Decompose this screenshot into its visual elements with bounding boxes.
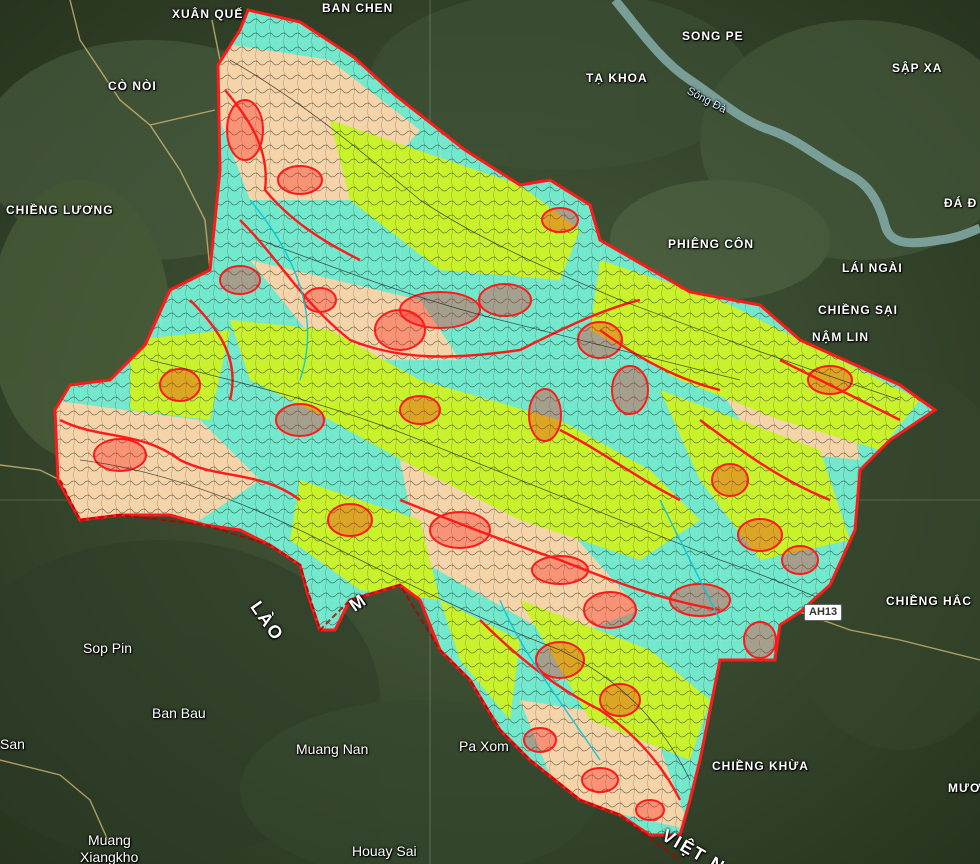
place-label-houay-sai[interactable]: Houay Sai	[352, 844, 417, 858]
place-label-song-pe[interactable]: SONG PE	[682, 30, 744, 42]
place-label-pa-xom[interactable]: Pa Xom	[459, 739, 509, 753]
place-label-chieng-luong[interactable]: CHIỀNG LƯƠNG	[6, 204, 114, 216]
place-label-ta-khoa[interactable]: TẠ KHOA	[586, 72, 648, 84]
place-label-chieng-sai[interactable]: CHIỀNG SẠI	[818, 304, 898, 316]
place-label-muo[interactable]: MƯƠ	[948, 782, 980, 794]
road-shield-ah13[interactable]: AH13	[804, 604, 843, 621]
place-label-sap-xa[interactable]: SẬP XA	[892, 62, 942, 74]
place-label-chieng-hac[interactable]: CHIỀNG HẮC	[886, 595, 972, 607]
place-label-xuan-que[interactable]: XUÂN QUẾ	[172, 8, 243, 20]
place-label-ban-chen[interactable]: BAN CHEN	[322, 2, 393, 14]
place-label-da-dong[interactable]: ĐÁ Đ	[944, 197, 977, 209]
place-label-muang[interactable]: Muang	[88, 833, 131, 847]
place-label-nam-lin[interactable]: NẬM LIN	[812, 331, 869, 343]
place-label-co-noi[interactable]: CÒ NÒI	[108, 80, 157, 92]
place-label-xiangkho[interactable]: Xiangkho	[80, 850, 138, 864]
map-layers	[0, 0, 980, 864]
place-label-lai-ngai[interactable]: LÁI NGÀI	[842, 262, 903, 274]
map-canvas[interactable]: XUÂN QUẾ BAN CHEN SONG PE SẬP XA TẠ KHOA…	[0, 0, 980, 864]
place-label-san[interactable]: San	[0, 737, 25, 751]
place-label-muang-nan[interactable]: Muang Nan	[296, 742, 368, 756]
place-label-ban-bau[interactable]: Ban Bau	[152, 706, 206, 720]
place-label-phieng-con[interactable]: PHIÊNG CÔN	[668, 238, 754, 250]
place-label-sop-pin[interactable]: Sop Pin	[83, 641, 132, 655]
place-label-chieng-khua[interactable]: CHIỀNG KHỪA	[712, 760, 809, 772]
